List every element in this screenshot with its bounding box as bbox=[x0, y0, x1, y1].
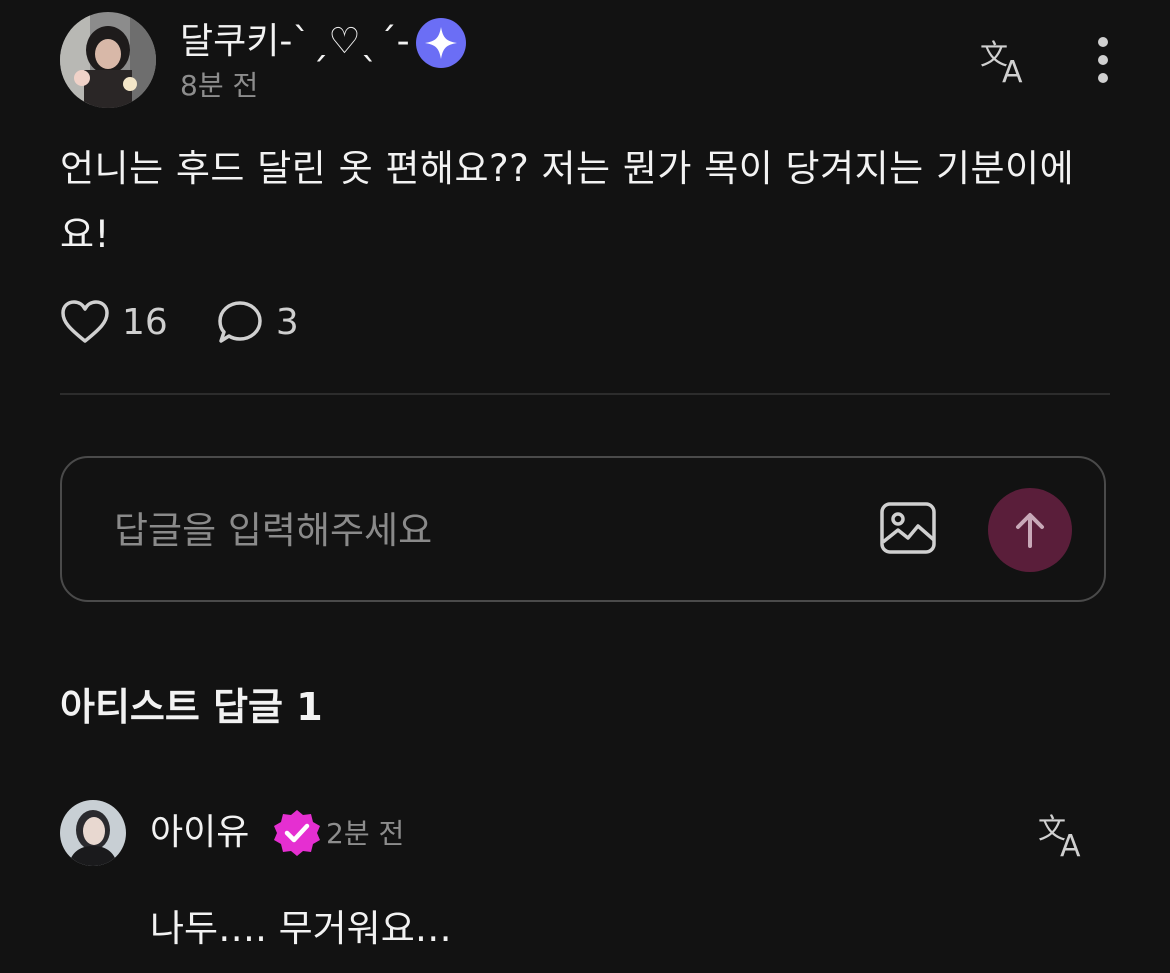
heart-icon bbox=[61, 300, 109, 343]
more-vertical-icon[interactable] bbox=[1088, 30, 1118, 90]
sparkle-badge-icon bbox=[416, 18, 466, 68]
send-button[interactable] bbox=[988, 488, 1072, 572]
artist-comment: 아이유 2분 전 文 A 나두…. 무거워요… bbox=[60, 800, 1110, 973]
like-count: 16 bbox=[122, 301, 168, 343]
arrow-up-icon bbox=[1016, 513, 1044, 548]
translate-icon[interactable]: 文 A bbox=[1038, 810, 1092, 860]
avatar[interactable] bbox=[60, 12, 156, 108]
artist-name[interactable]: 아이유 bbox=[150, 810, 249, 856]
post-header: 달쿠키-ˋˏ♡ˎˊ- 8분 전 文 A bbox=[60, 12, 1110, 108]
post-time: 8분 전 bbox=[180, 69, 259, 102]
artist-replies-title: 아티스트 답글 1 bbox=[60, 685, 323, 729]
svg-text:A: A bbox=[1060, 829, 1081, 860]
comment-body: 나두…. 무거워요… bbox=[150, 907, 452, 950]
author-name[interactable]: 달쿠키-ˋˏ♡ˎˊ- bbox=[180, 22, 410, 62]
image-icon[interactable] bbox=[880, 502, 936, 554]
comment-count: 3 bbox=[275, 301, 299, 343]
svg-text:A: A bbox=[1002, 55, 1023, 86]
translate-icon[interactable]: 文 A bbox=[980, 36, 1034, 86]
reply-box bbox=[60, 456, 1106, 602]
post-body: 언니는 후드 달린 옷 편해요?? 저는 뭔가 목이 당겨지는 기분이에요! bbox=[60, 147, 1075, 256]
verified-check-icon bbox=[274, 810, 320, 856]
artist-avatar[interactable] bbox=[60, 800, 126, 866]
comment-bubble-icon bbox=[218, 301, 262, 343]
reply-input[interactable] bbox=[112, 494, 836, 566]
like-button[interactable]: 16 bbox=[60, 299, 168, 345]
divider bbox=[60, 393, 1110, 395]
reactions-bar: 16 3 bbox=[60, 296, 347, 348]
comment-button[interactable]: 3 bbox=[216, 299, 299, 345]
comment-time: 2분 전 bbox=[326, 817, 405, 850]
